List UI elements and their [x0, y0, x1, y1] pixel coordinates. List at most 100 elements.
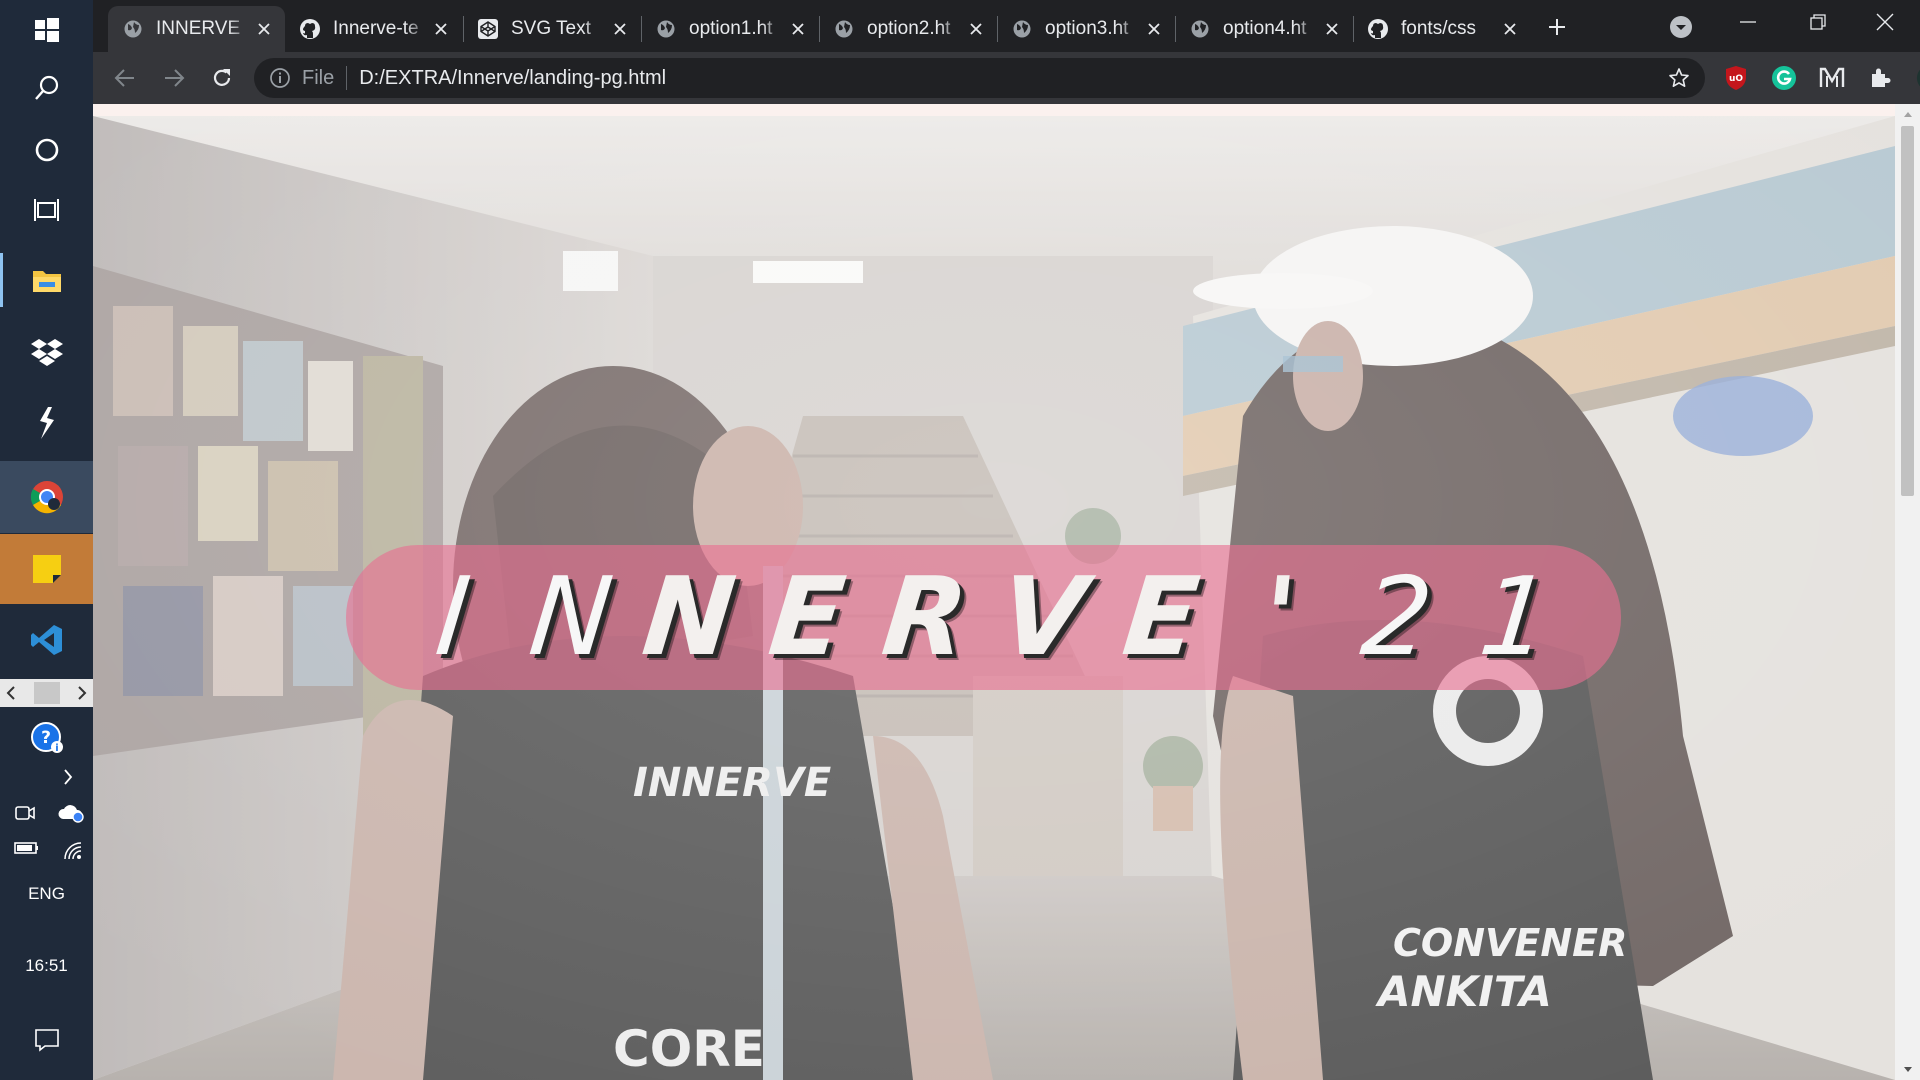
title-letter: E [1117, 555, 1204, 680]
tab-option1[interactable]: option1.ht [641, 6, 819, 52]
new-tab-plus-icon[interactable] [1540, 10, 1574, 44]
sticky-notes-icon[interactable] [0, 534, 93, 604]
reload-icon[interactable] [204, 60, 240, 96]
m-extension-icon[interactable] [1818, 64, 1846, 92]
close-tab-icon[interactable] [609, 18, 631, 40]
grammarly-icon[interactable] [1770, 64, 1798, 92]
tab-option2[interactable]: option2.ht [819, 6, 997, 52]
tab-title: fonts/css [1401, 18, 1476, 39]
title-letter: N [523, 555, 618, 680]
cortana-icon[interactable] [0, 128, 93, 172]
extensions-puzzle-icon[interactable] [1866, 64, 1894, 92]
browser-toolbar: File D:/EXTRA/Innerve/landing-pg.html uO [93, 52, 1920, 104]
url-scheme-label: File [302, 66, 335, 89]
globe-icon [1189, 18, 1211, 40]
tab-innerve-te[interactable]: Innerve-te [285, 6, 462, 52]
forward-arrow-icon[interactable] [156, 60, 192, 96]
taskbar-scroller[interactable] [0, 679, 93, 707]
bookmark-star-icon[interactable] [1667, 66, 1691, 90]
close-window-icon[interactable] [1850, 0, 1920, 44]
action-center-icon[interactable] [0, 1022, 93, 1058]
taskbar-scroll-thumb[interactable] [33, 682, 60, 704]
close-tab-icon[interactable] [1143, 18, 1165, 40]
tab-option3[interactable]: option3.ht [997, 6, 1175, 52]
dropbox-icon[interactable] [0, 326, 93, 380]
site-info-icon[interactable] [268, 66, 292, 90]
close-tab-icon[interactable] [1499, 18, 1521, 40]
title-letter: E [763, 555, 850, 680]
close-tab-icon[interactable] [1321, 18, 1343, 40]
globe-icon [655, 18, 677, 40]
title-letter: R [876, 555, 973, 680]
wifi-icon[interactable] [62, 840, 84, 865]
tab-strip: INNERVE Innerve-te SVG Text option1.ht o… [93, 0, 1920, 52]
github-icon [1367, 18, 1389, 40]
show-hidden-icons-chevron-icon[interactable] [0, 764, 93, 790]
meet-now-icon[interactable] [14, 803, 36, 828]
windows-taskbar: ? i ENG 16:51 [0, 0, 93, 1080]
url-text[interactable]: D:/EXTRA/Innerve/landing-pg.html [359, 67, 666, 90]
github-icon [299, 18, 321, 40]
clock[interactable]: 16:51 [0, 956, 93, 976]
task-view-icon[interactable] [0, 188, 93, 232]
close-tab-icon[interactable] [965, 18, 987, 40]
title-letter: ' [1255, 555, 1302, 680]
tab-title: option3.ht [1045, 18, 1129, 39]
tab-innerve[interactable]: INNERVE [108, 6, 285, 52]
tab-title: INNERVE [156, 18, 241, 39]
title-letter: I [429, 555, 475, 680]
profile-avatar-icon[interactable] [1916, 64, 1920, 92]
hero-background-video: INNERVE CORE CONVENER ANKITA [93, 116, 1895, 1080]
tab-search-chevron-down-icon[interactable] [1666, 12, 1696, 42]
ublock-icon[interactable]: uO [1722, 64, 1750, 92]
title-letter: 2 [1355, 555, 1438, 680]
omnibox-divider [346, 66, 348, 90]
page-viewport: INNERVE CORE CONVENER ANKITA [93, 104, 1920, 1080]
vscode-icon[interactable] [0, 608, 93, 672]
close-tab-icon[interactable] [787, 18, 809, 40]
close-tab-icon[interactable] [430, 18, 452, 40]
svg-text:i: i [55, 743, 58, 754]
onedrive-icon[interactable] [58, 803, 84, 828]
close-tab-icon[interactable] [253, 18, 275, 40]
tab-fonts-css[interactable]: fonts/css [1353, 6, 1531, 52]
chrome-window: INNERVE Innerve-te SVG Text option1.ht o… [93, 0, 1920, 1080]
tab-title: SVG Text [511, 18, 591, 39]
title-letter: N [636, 555, 741, 680]
tray-row-2 [14, 840, 84, 865]
page-title: I N N E R V E ' 2 1 [346, 545, 1621, 690]
windows-start-icon[interactable] [0, 8, 93, 52]
help-icon[interactable]: ? i [0, 718, 93, 758]
tab-option4[interactable]: option4.ht [1175, 6, 1353, 52]
tab-title: Innerve-te [333, 18, 419, 39]
codepen-icon [477, 18, 499, 40]
scroll-up-icon[interactable] [1895, 104, 1920, 124]
back-arrow-icon[interactable] [107, 60, 143, 96]
tab-title: option2.ht [867, 18, 951, 39]
app-icon[interactable] [0, 396, 93, 450]
restore-icon[interactable] [1783, 0, 1853, 44]
title-letter: 1 [1473, 555, 1556, 680]
tray-row-1 [14, 803, 84, 828]
tab-svg-text[interactable]: SVG Text [463, 6, 641, 52]
scroll-right-icon[interactable] [71, 679, 93, 707]
address-bar[interactable]: File D:/EXTRA/Innerve/landing-pg.html [254, 58, 1705, 98]
battery-icon[interactable] [14, 840, 40, 865]
title-letter: V [994, 555, 1091, 680]
scroll-left-icon[interactable] [0, 679, 22, 707]
page-scrollbar[interactable] [1895, 104, 1920, 1080]
svg-text:?: ? [41, 728, 51, 748]
scrollbar-thumb[interactable] [1901, 126, 1914, 496]
input-language[interactable]: ENG [0, 884, 93, 904]
minimize-icon[interactable] [1713, 0, 1783, 44]
globe-icon [1011, 18, 1033, 40]
svg-text:uO: uO [1729, 74, 1743, 84]
tab-title: option4.ht [1223, 18, 1307, 39]
scroll-down-icon[interactable] [1895, 1060, 1920, 1080]
file-explorer-icon[interactable] [0, 253, 93, 307]
chrome-icon[interactable] [0, 461, 93, 533]
tab-title: option1.ht [689, 18, 773, 39]
search-icon[interactable] [0, 66, 93, 110]
globe-icon [122, 18, 144, 40]
globe-icon [833, 18, 855, 40]
